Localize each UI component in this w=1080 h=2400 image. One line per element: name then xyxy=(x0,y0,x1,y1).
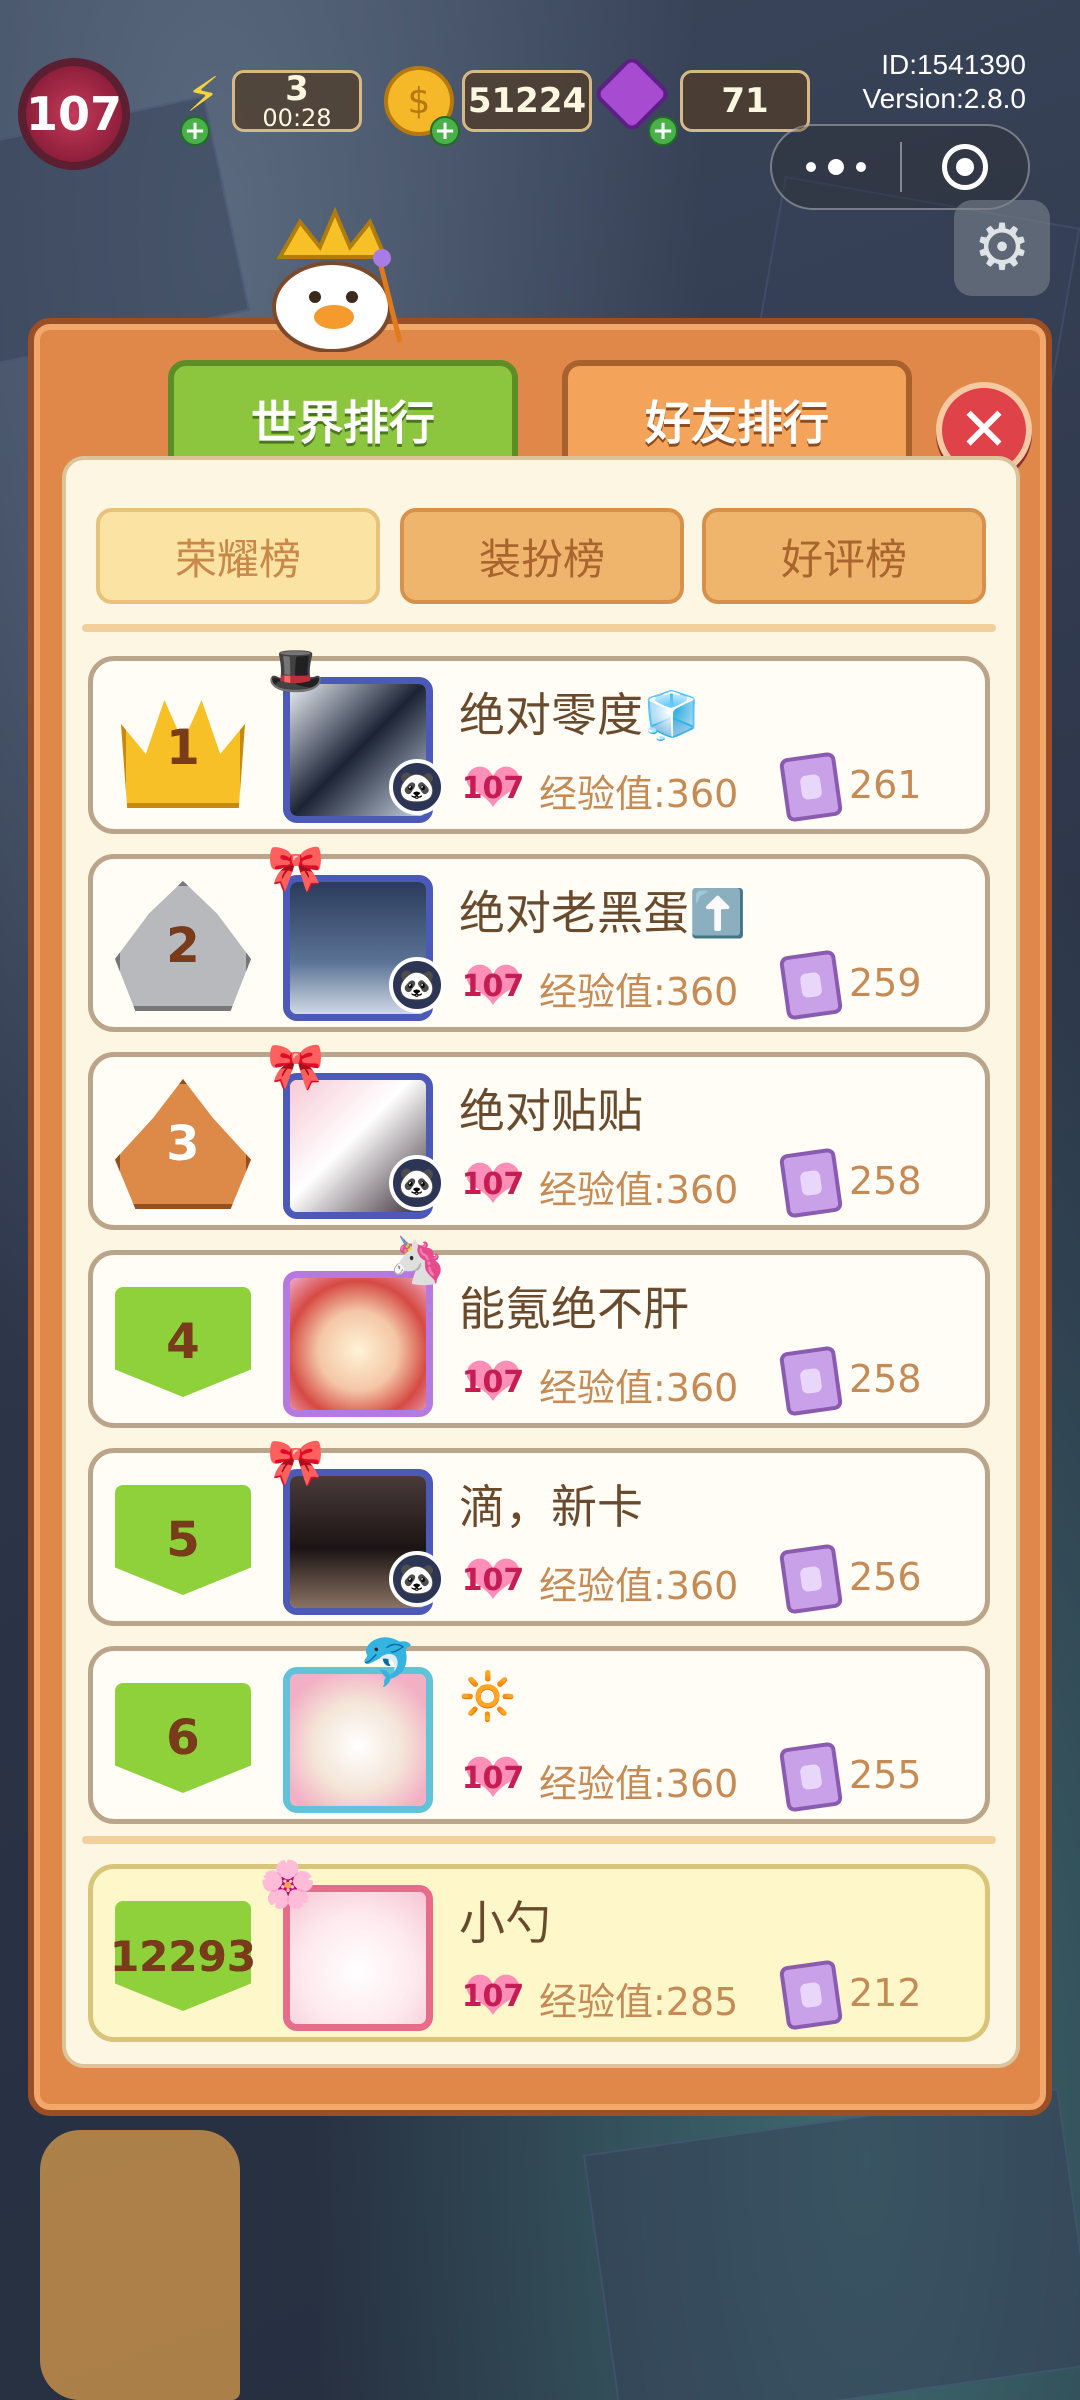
panda-badge-icon: 🐼 xyxy=(389,957,445,1013)
target-icon xyxy=(941,144,988,190)
level-heart-icon: 107 xyxy=(457,1747,529,1809)
rank-badge: 3 xyxy=(115,1069,251,1219)
experience-value: 经验值:360 xyxy=(539,1366,739,1410)
miniprogram-capsule xyxy=(770,124,1030,210)
energy-counter: 3 00:28 xyxy=(232,70,362,132)
experience-value: 经验值:360 xyxy=(539,1762,739,1806)
level-heart-icon: 107 xyxy=(457,1153,529,1215)
rank-badge: 4 xyxy=(115,1267,251,1417)
coin-counter: 51224 xyxy=(462,70,592,132)
card-count: 258 xyxy=(849,1159,922,1203)
rank-badge: 1 xyxy=(115,673,251,823)
card-count: 261 xyxy=(849,763,922,807)
player-name: 🔆 xyxy=(459,1669,517,1723)
close-icon: ✕ xyxy=(958,395,1010,465)
duck-king-mascot-icon xyxy=(272,206,403,352)
experience-value: 经验值:285 xyxy=(539,1980,739,2024)
avatar-bow-icon: 🎀 xyxy=(267,1435,325,1489)
energy-value: 3 xyxy=(285,69,309,109)
ranking-row[interactable]: 5 🎀 🐼 滴，新卡 107 经验值:360 256 xyxy=(88,1437,990,1626)
rank-badge: 5 xyxy=(115,1465,251,1615)
card-icon xyxy=(778,1345,844,1417)
ranking-row[interactable]: 2 🎀 🐼 绝对老黑蛋⬆️ 107 经验值:360 259 xyxy=(88,843,990,1032)
card-count: 259 xyxy=(849,961,922,1005)
level-heart-icon: 107 xyxy=(457,955,529,1017)
subtab-honor[interactable]: 荣耀榜 xyxy=(96,508,380,604)
player-name: 能氪绝不肝 xyxy=(459,1282,689,1336)
rank-badge: 12293 xyxy=(110,1881,256,2031)
carrot-decoration xyxy=(40,2130,240,2400)
version-text: Version:2.8.0 xyxy=(862,83,1026,114)
ranking-row[interactable]: 6 🐬 🔆 107 经验值:360 255 xyxy=(88,1637,990,1824)
energy-timer: 00:28 xyxy=(262,104,332,132)
experience-value: 经验值:360 xyxy=(539,970,739,1014)
avatar-bow-icon: 🎀 xyxy=(267,841,325,895)
card-icon xyxy=(778,1741,844,1813)
panda-badge-icon: 🐼 xyxy=(389,1551,445,1607)
card-icon xyxy=(778,751,844,823)
player-name: 绝对零度🧊 xyxy=(459,688,701,742)
coin-value: 51224 xyxy=(467,81,587,121)
add-energy-button[interactable]: + xyxy=(180,116,210,146)
more-menu-button[interactable] xyxy=(772,126,900,208)
experience-value: 经验值:360 xyxy=(539,1564,739,1608)
card-icon xyxy=(778,1543,844,1615)
my-ranking-row[interactable]: 12293 🌸 小勺 107 经验值:285 212 xyxy=(88,1859,990,2042)
player-name: 滴，新卡 xyxy=(459,1480,643,1534)
card-icon xyxy=(778,1147,844,1219)
add-gems-button[interactable]: + xyxy=(648,116,678,146)
level-heart-icon: 107 xyxy=(457,757,529,819)
card-icon xyxy=(778,949,844,1021)
avatar[interactable] xyxy=(283,1271,433,1417)
avatar-hat-icon: 🎩 xyxy=(267,643,325,697)
rank-badge: 2 xyxy=(115,871,251,1021)
card-count: 255 xyxy=(849,1753,922,1797)
gem-value: 71 xyxy=(721,81,769,121)
close-miniprogram-button[interactable] xyxy=(902,126,1028,208)
avatar-dolphin-icon: 🐬 xyxy=(359,1635,417,1689)
gem-counter: 71 xyxy=(680,70,810,132)
panda-badge-icon: 🐼 xyxy=(389,1155,445,1211)
ranking-row[interactable]: 1 🎩 🐼 绝对零度🧊 107 经验值:360 261 xyxy=(88,645,990,834)
avatar-unicorn-icon: 🦄 xyxy=(389,1233,447,1287)
version-info: ID:1541390 Version:2.8.0 xyxy=(863,48,1026,116)
player-name: 绝对老黑蛋⬆️ xyxy=(459,886,747,940)
card-count: 258 xyxy=(849,1357,922,1401)
player-name: 小勺 xyxy=(459,1896,551,1950)
player-level-badge[interactable]: 107 xyxy=(18,58,130,170)
level-heart-icon: 107 xyxy=(457,1965,529,2027)
player-id: ID:1541390 xyxy=(881,49,1026,80)
level-heart-icon: 107 xyxy=(457,1351,529,1413)
experience-value: 经验值:360 xyxy=(539,1168,739,1212)
settings-gear-icon[interactable]: ⚙ xyxy=(954,200,1050,296)
player-name: 绝对贴贴 xyxy=(459,1084,643,1138)
rank-badge: 6 xyxy=(115,1663,251,1813)
card-count: 212 xyxy=(849,1971,922,2015)
subtab-rating[interactable]: 好评榜 xyxy=(702,508,986,604)
divider xyxy=(82,1836,996,1844)
divider xyxy=(82,624,996,632)
card-icon xyxy=(778,1959,844,2031)
ranking-row[interactable]: 4 🦄 能氪绝不肝 107 经验值:360 258 xyxy=(88,1235,990,1428)
card-count: 256 xyxy=(849,1555,922,1599)
ranking-row[interactable]: 3 🎀 🐼 绝对贴贴 107 经验值:360 258 xyxy=(88,1041,990,1230)
experience-value: 经验值:360 xyxy=(539,772,739,816)
avatar-flower-icon: 🌸 xyxy=(259,1857,317,1911)
level-heart-icon: 107 xyxy=(457,1549,529,1611)
panda-badge-icon: 🐼 xyxy=(389,759,445,815)
add-coins-button[interactable]: + xyxy=(430,116,460,146)
subtab-dressup[interactable]: 装扮榜 xyxy=(400,508,684,604)
avatar-bow-icon: 🎀 xyxy=(267,1039,325,1093)
